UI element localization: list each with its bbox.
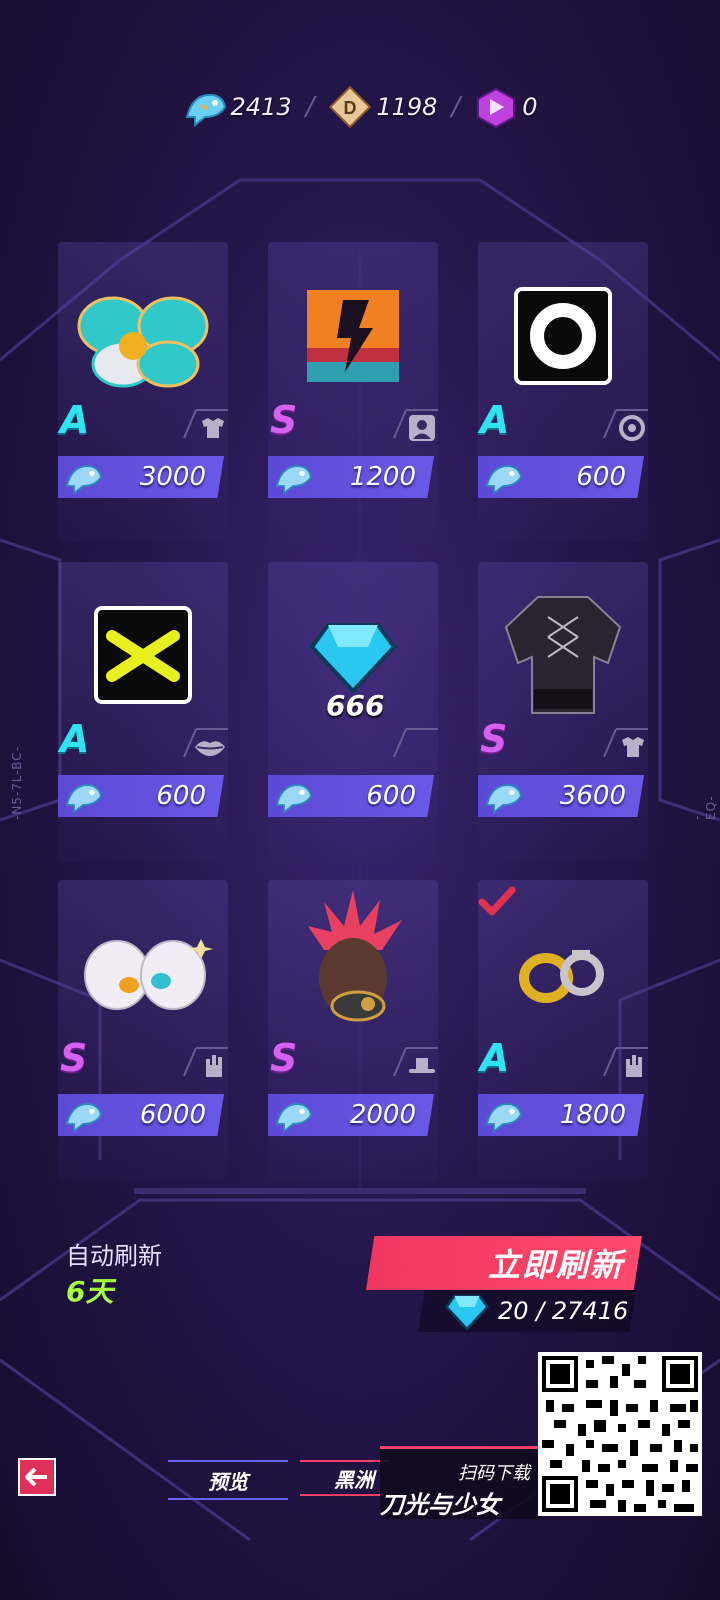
item-price: 1200 [349, 462, 416, 492]
portrait-icon [392, 408, 438, 441]
item-price: 3000 [139, 462, 206, 492]
price-bar: 3000 [58, 456, 224, 498]
white-gloves-image [58, 914, 228, 1034]
price-bar: 6000 [58, 1094, 224, 1136]
price-bar: 1200 [268, 456, 434, 498]
fish-icon [58, 1094, 108, 1136]
glove-icon [602, 1046, 648, 1078]
blank-category-icon [392, 727, 438, 759]
circle-badge-image [478, 276, 648, 396]
currency-d-token[interactable]: D 1198 [328, 85, 437, 129]
top-icon [602, 727, 648, 759]
fish-icon [58, 775, 108, 817]
price-bar: 1800 [478, 1094, 644, 1136]
tab-black-market[interactable]: 黑洲 [300, 1460, 390, 1496]
item-price: 3600 [559, 781, 626, 811]
item-grade: A [60, 717, 90, 761]
shop-item-circle-badge[interactable]: A 600 [478, 248, 648, 548]
item-grade: A [60, 398, 90, 442]
fish-icon [268, 1094, 318, 1136]
item-grade: S [60, 1036, 88, 1080]
x-badge-image [58, 595, 228, 715]
diamond-quantity: 666 [326, 689, 385, 722]
price-bar: 3600 [478, 775, 644, 817]
lips-icon [182, 727, 228, 759]
separator: / [305, 92, 315, 122]
side-code-right: -EQ-R7-R3- [690, 795, 720, 820]
d-token-icon: D [328, 85, 372, 129]
item-grade: A [480, 1036, 510, 1080]
currency-bar: 2413 / D 1198 / 0 [0, 82, 720, 132]
refresh-cost-value: 20 / 27416 [498, 1297, 629, 1325]
item-price: 2000 [349, 1100, 416, 1130]
glove-icon [182, 1046, 228, 1078]
back-button[interactable] [18, 1458, 56, 1496]
d-token-count: 1198 [376, 93, 438, 121]
ring-set-image [478, 914, 648, 1034]
item-grade: S [270, 1036, 298, 1080]
top-icon [182, 408, 228, 440]
fish-icon [268, 456, 318, 498]
item-price: 1800 [559, 1100, 626, 1130]
black-top-image [478, 577, 648, 717]
fish-icon [478, 456, 528, 498]
item-grade: A [480, 398, 510, 442]
svg-text:D: D [344, 98, 357, 118]
cube-count: 0 [522, 93, 538, 121]
tab-black-label: 黑洲 [334, 1467, 374, 1492]
fish-icon [183, 85, 227, 129]
shop-item-x-badge[interactable]: A 600 [58, 567, 228, 867]
item-price: 600 [366, 781, 416, 811]
teal-flower-accessory-image [58, 276, 228, 396]
shop-item-spiky-hair-mask[interactable]: S 2000 [268, 886, 438, 1186]
item-price: 600 [156, 781, 206, 811]
tab-preview[interactable]: 预览 [168, 1460, 288, 1500]
tab-preview-label: 预览 [208, 1469, 248, 1494]
shop-item-diamond-pack[interactable]: 666 600 [268, 567, 438, 867]
side-code-left: -N5-7L-BC- [10, 745, 24, 820]
shop-item-white-gloves[interactable]: S 6000 [58, 886, 228, 1186]
spiky-hair-mask-image [268, 886, 438, 1036]
currency-cube[interactable]: 0 [474, 85, 537, 129]
download-promo-banner[interactable]: 扫码下载 刀光与少女 [380, 1446, 540, 1519]
item-grade: S [270, 398, 298, 442]
auto-refresh-value: 6天 [66, 1275, 114, 1308]
fish-icon [58, 456, 108, 498]
separator: / [451, 92, 461, 122]
back-arrow-icon [25, 1467, 47, 1487]
shop-item-teal-flower[interactable]: A 3000 [58, 248, 228, 548]
promo-game-title: 刀光与少女 [380, 1491, 500, 1519]
fish-icon [478, 775, 528, 817]
refresh-now-button[interactable]: 立即刷新 [366, 1236, 642, 1290]
lightning-badge-image [268, 276, 438, 396]
item-price: 6000 [139, 1100, 206, 1130]
refresh-now-label: 立即刷新 [487, 1247, 624, 1283]
price-bar: 600 [478, 456, 644, 498]
purple-cube-icon [474, 85, 518, 129]
auto-refresh-label: 自动刷新 [66, 1242, 162, 1270]
shop-item-ring-set[interactable]: A 1800 [478, 886, 648, 1186]
shop-item-lightning-badge[interactable]: S 1200 [268, 248, 438, 548]
item-price: 600 [576, 462, 626, 492]
promo-scan-text: 扫码下载 [458, 1463, 530, 1484]
item-grade: S [480, 717, 508, 761]
shop-item-black-top[interactable]: S 3600 [478, 567, 648, 867]
price-bar: 600 [268, 775, 434, 817]
refresh-cost: 20 / 27416 [418, 1290, 636, 1332]
currency-fish[interactable]: 2413 [183, 85, 292, 129]
qr-code [538, 1352, 702, 1516]
diamond-icon [444, 1291, 490, 1331]
fish-count: 2413 [230, 93, 292, 121]
ring-icon [602, 408, 648, 441]
price-bar: 2000 [268, 1094, 434, 1136]
fish-icon [268, 775, 318, 817]
fish-icon [478, 1094, 528, 1136]
price-bar: 600 [58, 775, 224, 817]
hat-icon [392, 1046, 438, 1078]
